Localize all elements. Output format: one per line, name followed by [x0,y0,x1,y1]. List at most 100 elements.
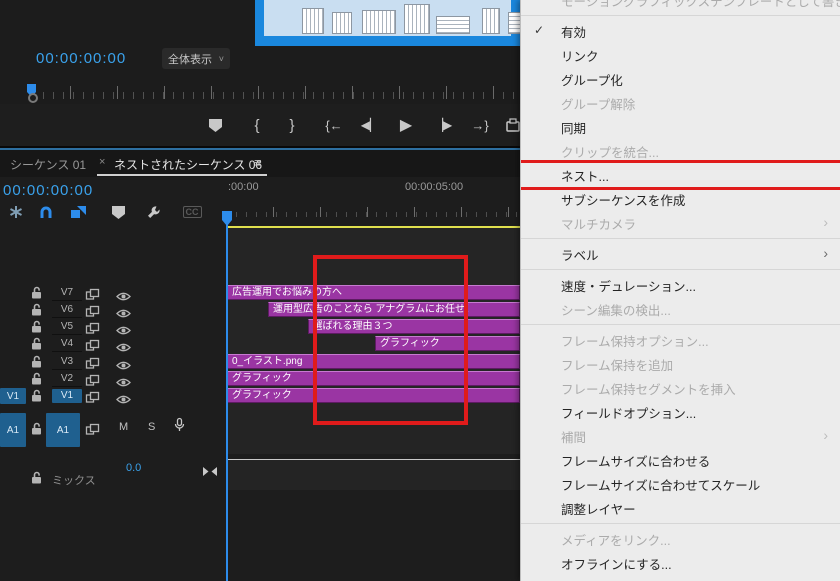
captions-icon[interactable]: CC [180,200,204,224]
track-header-v4: V4 [0,336,225,352]
go-to-in-button[interactable]: {← [324,104,344,146]
step-forward-button[interactable]: ▕▶ [433,104,453,146]
mix-lane [227,459,520,490]
timeline-timecode[interactable]: 00:00:00:00 [3,182,93,199]
context-menu-list: モーショングラフィックステンプレートとして書き出し... ✓有効リンクグループ化グ… [521,0,840,575]
timeline-ruler[interactable] [227,207,520,217]
mix-track-label: ミックス [52,472,96,488]
source-patch-a1[interactable]: A1 [0,413,26,447]
sync-lock-icon[interactable] [86,390,99,408]
monitor-zoom-select[interactable]: 全体表示 ˅ [162,48,230,69]
voiceover-record-icon[interactable] [174,418,185,435]
menu-item[interactable]: ラベル› [521,242,840,266]
menu-item: メディアをリンク... [521,527,840,551]
add-marker-button[interactable] [205,104,225,146]
menu-item-label: クリップを統合... [561,142,659,161]
monitor-time-ruler[interactable] [24,86,520,99]
sync-lock-icon[interactable] [86,422,99,440]
transport-controls: {} {← ◀▏ ▶ ▕▶ →} [0,104,520,146]
track-name-v3[interactable]: V3 [52,356,82,370]
panel-menu-icon[interactable]: ≡ [254,155,262,170]
submenu-arrow-icon: › [823,214,828,230]
menu-item[interactable]: フレームサイズに合わせる [521,448,840,472]
menu-item-label: シーン編集の検出... [561,300,671,319]
close-icon[interactable]: × [99,156,105,168]
menu-separator [521,324,840,325]
menu-item: シーン編集の検出... [521,297,840,321]
mute-button[interactable]: M [119,421,128,433]
menu-item-label: モーショングラフィックステンプレートとして書き出し... [561,0,840,10]
track-header-v6: V6 [0,302,225,318]
menu-item-label: オフラインにする... [561,554,672,573]
track-name-v5[interactable]: V5 [52,321,82,335]
menu-item[interactable]: サブシーケンスを作成 [521,187,840,211]
keyframe-navigator-icon[interactable] [203,463,217,481]
track-name-v7[interactable]: V7 [52,287,82,301]
menu-item-label: グループ解除 [561,94,635,113]
menu-separator [521,15,840,16]
track-name-a1[interactable]: A1 [46,413,80,447]
add-marker-icon[interactable] [106,200,130,224]
go-to-out-button[interactable]: →} [470,104,490,146]
menu-item[interactable]: 調整レイヤー [521,496,840,520]
linked-selection-icon[interactable] [66,200,90,224]
program-monitor-panel: 00:00:00:00 全体表示 ˅ {} {← ◀▏ ▶ ▕▶ →} [0,0,520,147]
play-button[interactable]: ▶ [396,104,416,146]
settings-icon[interactable] [142,200,166,224]
track-header-v5: V5 [0,319,225,335]
menu-item[interactable]: ✓有効 [521,19,840,43]
menu-item: フレーム保持セグメントを挿入 [521,376,840,400]
eye-icon[interactable] [116,391,131,409]
chevron-down-icon: ˅ [219,54,224,64]
audio-track-a1-header: A1 A1 M S [0,412,225,448]
snap-icon[interactable] [34,200,58,224]
annotation-box-timeline [313,255,468,425]
mix-track-header: ミックス 0.0 [0,457,225,489]
menu-item: フレーム保持を追加 [521,352,840,376]
menu-item-label: 調整レイヤー [561,499,636,518]
monitor-zoom-value: 全体表示 [168,51,212,67]
track-header-v3: V3 [0,354,225,370]
track-header-v1: V1 V1 [0,388,225,404]
lock-icon[interactable] [31,337,43,355]
tab-nested-sequence-06[interactable]: ネストされたシーケンス 06 [114,156,262,173]
menu-item[interactable]: オフラインにする... [521,551,840,575]
nest-icon[interactable] [4,200,28,224]
menu-item: クリップを統合... [521,139,840,163]
work-area-bar[interactable] [227,226,520,228]
monitor-timecode[interactable]: 00:00:00:00 [36,50,126,67]
track-name-v1[interactable]: V1 [52,389,82,403]
track-name-v4[interactable]: V4 [52,338,82,352]
menu-item[interactable]: 同期 [521,115,840,139]
track-name-v2[interactable]: V2 [52,373,82,387]
lock-icon[interactable] [31,422,43,440]
captions-label: CC [183,206,202,218]
track-header-v2: V2 [0,371,225,387]
menu-item[interactable]: リンク [521,43,840,67]
menu-item[interactable]: グループ化 [521,67,840,91]
solo-button[interactable]: S [148,421,155,433]
step-back-button[interactable]: ◀▏ [360,104,380,146]
building-shape [362,10,396,34]
mark-in-button[interactable]: { [247,104,267,146]
building-shape [404,4,430,34]
source-patch-v1[interactable]: V1 [0,388,26,404]
lock-icon[interactable] [31,389,43,407]
menu-item[interactable]: ネスト... [521,163,840,187]
menu-item[interactable]: フィールドオプション... [521,400,840,424]
menu-item[interactable]: フレームサイズに合わせてスケール [521,472,840,496]
menu-item-label: 補間 [561,427,586,446]
building-shape [302,8,324,34]
timeline-toolbar: CC [0,200,225,224]
preview-canvas [264,0,511,36]
lock-icon[interactable] [31,471,43,489]
menu-separator [521,523,840,524]
track-name-v6[interactable]: V6 [52,304,82,318]
mark-out-button[interactable]: } [282,104,302,146]
menu-item[interactable]: 速度・デュレーション... [521,273,840,297]
check-icon: ✓ [534,23,544,37]
tab-sequence-01[interactable]: シーケンス 01 [10,156,86,173]
monitor-zoom-scroll-handle[interactable] [28,93,38,103]
mix-level-value[interactable]: 0.0 [126,462,141,474]
menu-item-label: メディアをリンク... [561,530,671,549]
